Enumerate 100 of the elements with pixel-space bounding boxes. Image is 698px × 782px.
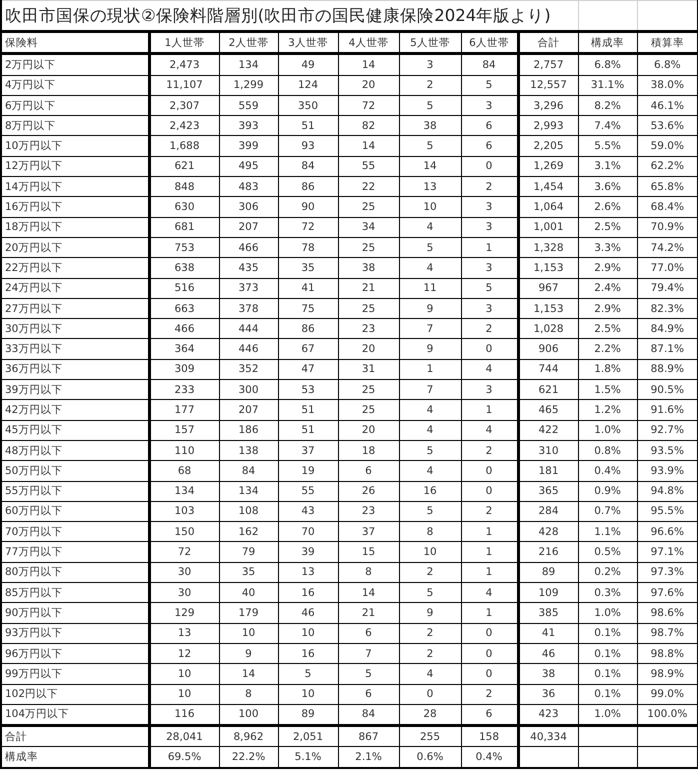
table-cell: 74.2% bbox=[637, 237, 698, 258]
table-cell: 38.0% bbox=[637, 75, 698, 96]
table-cell: 84.9% bbox=[637, 318, 698, 339]
table-cell: 1.8% bbox=[578, 359, 638, 380]
table-cell: 129 bbox=[149, 602, 219, 624]
table-cell: 4 bbox=[461, 359, 518, 380]
table-cell: 7 bbox=[399, 318, 461, 339]
table-cell: 753 bbox=[149, 237, 219, 258]
table-cell: 14 bbox=[338, 582, 399, 603]
table-cell: 1 bbox=[461, 562, 518, 583]
table-cell: 4 bbox=[399, 217, 461, 238]
table-cell: 158 bbox=[461, 726, 518, 747]
column-header: 2人世帯 bbox=[219, 32, 278, 54]
table-cell: 5 bbox=[399, 440, 461, 461]
table-cell: 13 bbox=[149, 623, 219, 644]
table-cell: 34 bbox=[338, 217, 399, 238]
table-cell: 72 bbox=[338, 95, 399, 116]
table-cell: 35 bbox=[219, 562, 278, 583]
table-cell: 9 bbox=[399, 602, 461, 624]
table-cell: 20 bbox=[338, 338, 399, 360]
table-cell: 37 bbox=[278, 440, 338, 461]
table-cell: 0.8% bbox=[578, 440, 638, 461]
table-cell: 2 bbox=[461, 501, 518, 522]
table-cell: 25 bbox=[338, 380, 399, 400]
column-header: 1人世帯 bbox=[149, 32, 219, 54]
table-cell: 35 bbox=[278, 258, 338, 278]
table-cell: 350 bbox=[278, 95, 338, 116]
table-cell: 365 bbox=[518, 481, 578, 502]
table-cell: 5.5% bbox=[578, 136, 638, 156]
table-cell: 5 bbox=[461, 278, 518, 298]
row-label: 14万円以下 bbox=[1, 176, 149, 197]
row-label: 60万円以下 bbox=[1, 501, 149, 522]
table-cell: 10 bbox=[399, 196, 461, 218]
table-cell: 466 bbox=[219, 237, 278, 258]
table-cell: 46 bbox=[278, 602, 338, 624]
table-cell: 62.2% bbox=[637, 156, 698, 177]
table-cell: 5 bbox=[461, 75, 518, 96]
table-cell: 23 bbox=[338, 318, 399, 339]
table-cell: 25 bbox=[338, 298, 399, 319]
table-cell: 2.4% bbox=[578, 278, 638, 298]
table-cell: 97.1% bbox=[637, 542, 698, 562]
table-cell: 1.5% bbox=[578, 380, 638, 400]
table-cell: 40 bbox=[219, 582, 278, 603]
table-cell: 98.7% bbox=[637, 623, 698, 644]
table-cell: 2.9% bbox=[578, 258, 638, 278]
table-cell: 1.0% bbox=[578, 602, 638, 624]
column-header: 保険料 bbox=[1, 32, 149, 54]
table-cell: 6.8% bbox=[578, 54, 638, 76]
table-cell: 10 bbox=[278, 684, 338, 704]
table-cell: 7.4% bbox=[578, 116, 638, 136]
table-cell: 1.2% bbox=[578, 400, 638, 420]
table-cell: 0.3% bbox=[578, 582, 638, 603]
table-cell: 12 bbox=[149, 643, 219, 664]
table-cell: 21 bbox=[338, 602, 399, 624]
table-cell: 681 bbox=[149, 217, 219, 238]
table-cell: 134 bbox=[219, 54, 278, 76]
table-cell: 2 bbox=[399, 643, 461, 664]
row-label: 30万円以下 bbox=[1, 318, 149, 339]
table-cell: 47 bbox=[278, 359, 338, 380]
table-cell: 92.7% bbox=[637, 420, 698, 440]
table-cell: 1,153 bbox=[518, 258, 578, 278]
table-cell: 12,557 bbox=[518, 75, 578, 96]
row-label: 12万円以下 bbox=[1, 156, 149, 177]
table-cell: 621 bbox=[518, 380, 578, 400]
table-cell: 98.8% bbox=[637, 643, 698, 664]
table-cell: 2.2% bbox=[578, 338, 638, 360]
table-cell: 8 bbox=[219, 684, 278, 704]
table-cell: 4 bbox=[461, 582, 518, 603]
table-cell: 96.6% bbox=[637, 522, 698, 542]
table-cell: 13 bbox=[399, 176, 461, 197]
table-cell: 16 bbox=[399, 481, 461, 502]
table-cell: 181 bbox=[518, 460, 578, 482]
table-cell: 20 bbox=[338, 420, 399, 440]
table-cell: 3.3% bbox=[578, 237, 638, 258]
table-cell: 0 bbox=[461, 623, 518, 644]
table-cell: 2 bbox=[461, 176, 518, 197]
table-cell: 3 bbox=[461, 258, 518, 278]
table-cell: 84 bbox=[278, 156, 338, 177]
table-cell: 0.1% bbox=[578, 684, 638, 704]
table-cell: 51 bbox=[278, 420, 338, 440]
table-cell: 10 bbox=[278, 623, 338, 644]
table-cell: 0.2% bbox=[578, 562, 638, 583]
column-header: 6人世帯 bbox=[461, 32, 518, 54]
table-cell: 310 bbox=[518, 440, 578, 461]
table-cell: 41 bbox=[518, 623, 578, 644]
table-cell: 69.5% bbox=[149, 746, 219, 768]
row-label: 102円以下 bbox=[1, 684, 149, 704]
table-cell: 0 bbox=[461, 481, 518, 502]
table-cell: 4 bbox=[399, 400, 461, 420]
row-label: 36万円以下 bbox=[1, 359, 149, 380]
table-cell: 3.1% bbox=[578, 156, 638, 177]
table-cell: 378 bbox=[219, 298, 278, 319]
row-label: 16万円以下 bbox=[1, 196, 149, 218]
row-label: 6万円以下 bbox=[1, 95, 149, 116]
table-cell: 744 bbox=[518, 359, 578, 380]
table-cell: 5 bbox=[399, 136, 461, 156]
table-cell: 51 bbox=[278, 116, 338, 136]
table-title: 吹田市国保の現状②保険料階層別(吹田市の国民健康保険2024年版より) bbox=[1, 0, 578, 32]
table-cell: 157 bbox=[149, 420, 219, 440]
table-cell: 51 bbox=[278, 400, 338, 420]
